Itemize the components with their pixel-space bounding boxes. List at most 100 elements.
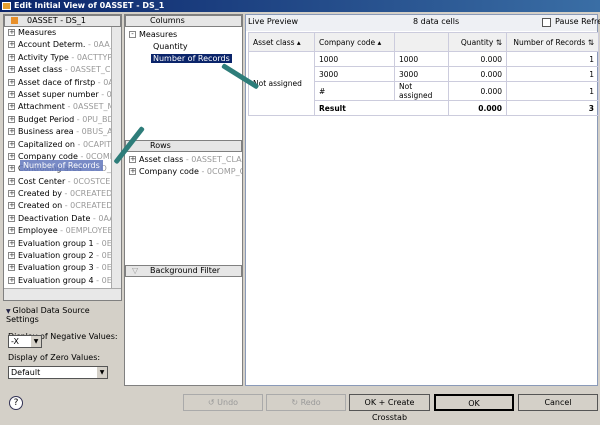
ok-create-crosstab-button[interactable]: OK + Create Crosstab xyxy=(349,394,430,422)
source-tree-item[interactable]: +Cost Center - 0COSTCENTE xyxy=(4,176,112,188)
item-tech-name: - 0ASSET_MAIN xyxy=(67,102,112,112)
drag-ghost: Number of Records xyxy=(20,160,103,171)
row-label: Company code xyxy=(139,167,199,176)
item-tech-name: - 0AA_F xyxy=(97,77,112,87)
expand-icon: + xyxy=(129,167,136,175)
preview-title: Live Preview xyxy=(248,17,299,26)
company-code-cell: 1000 xyxy=(314,51,395,67)
horizontal-scrollbar[interactable] xyxy=(4,288,121,300)
crosstab: Asset class ▴ Company code ▴ Quantity ⇅ … xyxy=(248,32,599,116)
item-tech-name: - 0COSTCENTE xyxy=(67,176,112,186)
source-tree-item[interactable]: +Evaluation group 3 - 0EVAL xyxy=(4,262,112,274)
cube-icon xyxy=(11,17,18,24)
company-code-cell: # xyxy=(314,81,395,101)
company-text-cell: 3000 xyxy=(394,66,449,82)
zero-values-label: Display of Zero Values: xyxy=(8,353,101,362)
redo-button[interactable]: ↻ Redo xyxy=(266,394,346,411)
column-item-selected[interactable]: Number of Records xyxy=(151,54,232,63)
expand-icon: + xyxy=(8,201,15,210)
item-tech-name: - 0ASS xyxy=(101,89,112,99)
header-company-code[interactable]: Company code ▴ xyxy=(314,32,395,52)
item-label: Evaluation group 2 xyxy=(18,251,94,261)
source-tree-item[interactable]: +Evaluation group 1 - 0EVAL xyxy=(4,238,112,250)
expand-icon: + xyxy=(8,102,15,111)
item-label: Capitalized on xyxy=(18,139,75,149)
source-tree-item[interactable]: +Business area - 0BUS_AREA xyxy=(4,126,112,138)
zero-values-select[interactable]: Default ▼ xyxy=(8,366,108,379)
expand-icon: + xyxy=(8,89,15,98)
row-item[interactable]: +Company code - 0COMP_CODE xyxy=(129,166,242,178)
expand-icon: + xyxy=(8,28,15,36)
expand-icon: + xyxy=(8,238,15,247)
item-label: Employee xyxy=(18,226,58,236)
asset-class-cell: Not assigned xyxy=(248,51,315,116)
source-tree-item[interactable]: +Asset class - 0ASSET_CLAS xyxy=(4,64,112,76)
item-tech-name: - 0EVAL xyxy=(96,275,112,285)
quantity-cell: 0.000 xyxy=(448,66,507,82)
item-label: Evaluation group 4 xyxy=(18,275,94,285)
source-tree-item[interactable]: + Measures xyxy=(4,27,112,39)
expand-icon: + xyxy=(8,65,15,74)
source-tree-item[interactable]: +Capitalized on - 0CAPIT_DA xyxy=(4,139,112,151)
global-settings: ▼ Global Data Source Settings Display of… xyxy=(3,303,122,385)
expand-icon: + xyxy=(8,164,15,173)
header-number-of-records[interactable]: Number of Records ⇅ xyxy=(506,32,599,52)
help-icon[interactable]: ? xyxy=(9,396,23,410)
result-records: 3 xyxy=(506,100,599,116)
table-row: Not assigned 1000 1000 0.000 1 xyxy=(248,51,599,116)
cancel-button[interactable]: Cancel xyxy=(518,394,598,411)
pause-refresh-checkbox[interactable] xyxy=(542,18,551,27)
source-tree-item[interactable]: +Asset super number - 0ASS xyxy=(4,89,112,101)
row-item[interactable]: + Asset class - 0ASSET_CLAS xyxy=(129,154,242,166)
source-tree-item[interactable]: +Account Determ. - 0AA_ACC xyxy=(4,39,112,51)
column-item[interactable]: Quantity xyxy=(129,41,238,53)
source-tree-item[interactable]: +Evaluation group 2 - 0EVAL xyxy=(4,250,112,262)
item-tech-name: - 0AA_ACC xyxy=(88,40,112,50)
source-tree-item[interactable]: +Created by - 0CREATEDBY xyxy=(4,188,112,200)
ok-button[interactable]: OK xyxy=(434,394,514,411)
crosstab-header-row: Asset class ▴ Company code ▴ Quantity ⇅ … xyxy=(248,32,599,52)
company-code-cell: 3000 xyxy=(314,66,395,82)
expand-icon: + xyxy=(8,213,15,222)
source-tree-item[interactable]: +Activity Type - 0ACTTYPE xyxy=(4,52,112,64)
item-label: Evaluation group 3 xyxy=(18,263,94,273)
company-text-cell: 1000 xyxy=(394,51,449,67)
source-tree-item[interactable]: +Deactivation Date - 0AA_DE xyxy=(4,213,112,225)
rows-title: Rows xyxy=(150,141,171,150)
item-label: Asset dace of firstp xyxy=(18,77,96,87)
dropdown-arrow-icon: ▼ xyxy=(31,336,41,347)
expand-icon: + xyxy=(8,176,15,185)
window-title: Edit Initial View of 0ASSET - DS_1 xyxy=(14,1,165,10)
quantity-cell: 0.000 xyxy=(448,51,507,67)
live-preview-panel: Live Preview 8 data cells Pause Refresh … xyxy=(245,14,600,386)
expand-icon: + xyxy=(8,127,15,136)
source-tree: +Measures+Account Determ. - 0AA_ACC+Acti… xyxy=(4,27,112,287)
expand-icon: + xyxy=(8,226,15,235)
expand-icon: + xyxy=(8,77,15,86)
item-label: Business area xyxy=(18,127,74,137)
source-tree-item[interactable]: +Attachment - 0ASSET_MAIN xyxy=(4,101,112,113)
header-asset-class[interactable]: Asset class ▴ xyxy=(248,32,315,52)
rows-tree: + Asset class - 0ASSET_CLAS + Company code… xyxy=(129,154,242,178)
undo-button[interactable]: ↺ Undo xyxy=(183,394,263,411)
item-tech-name: - 0ASSET_CLAS xyxy=(64,65,112,75)
settings-header[interactable]: ▼ Global Data Source Settings xyxy=(3,303,122,324)
source-tree-item[interactable]: + Employee - 0EMPLOYEE xyxy=(4,225,112,237)
item-label: Created by xyxy=(18,189,63,199)
records-cell: 1 xyxy=(506,66,599,82)
source-panel: 0ASSET - DS_1 + Measures + Account Determ. … xyxy=(3,14,122,301)
header-blank xyxy=(394,32,449,52)
item-tech-name: - 0EVAL xyxy=(96,263,112,273)
source-tree-item[interactable]: +Evaluation group 4 - 0EVAL xyxy=(4,275,112,287)
dropdown-arrow-icon: ▼ xyxy=(97,367,107,378)
source-tree-item[interactable]: +Budget Period - 0PU_BDGTI xyxy=(4,114,112,126)
item-tech-name: - 0ACTTYPE xyxy=(71,52,112,62)
app-icon xyxy=(2,2,11,10)
quantity-cell: 0.000 xyxy=(448,81,507,101)
source-tree-item[interactable]: +Created on - 0CREATEDON xyxy=(4,200,112,212)
source-tree-item[interactable]: +Asset dace of firstp - 0AA_F xyxy=(4,77,112,89)
company-text-cell: Not assigned xyxy=(394,81,449,101)
columns-measures-node[interactable]: - Measures xyxy=(129,29,238,41)
header-quantity[interactable]: Quantity ⇅ xyxy=(448,32,507,52)
negative-values-select[interactable]: -X ▼ xyxy=(8,335,42,348)
